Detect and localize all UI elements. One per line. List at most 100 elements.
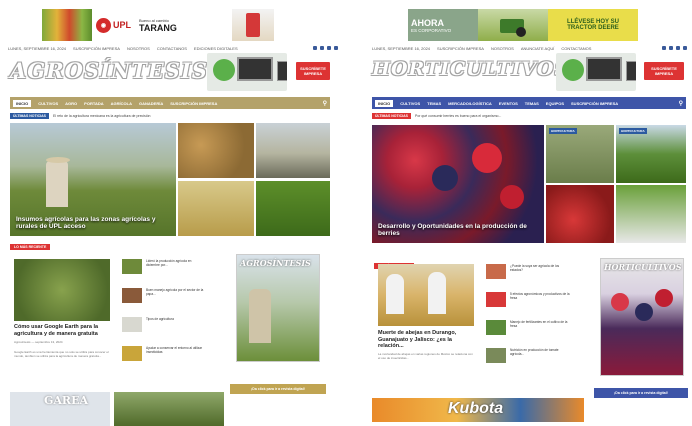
- util-link-2[interactable]: NOSOTROS: [491, 46, 514, 51]
- util-link-1[interactable]: SUSCRIPCIÓN IMPRESA: [73, 46, 120, 51]
- top-ad-banner[interactable]: ◉ UPL Bueno al cambio TARANG: [42, 9, 274, 41]
- tractor-image: [478, 9, 548, 41]
- nav-cultivos[interactable]: CULTIVOS: [38, 101, 58, 106]
- ad-line-2: ES CORPORATIVO: [411, 27, 452, 33]
- instagram-icon[interactable]: [676, 46, 680, 50]
- util-link-4[interactable]: EDICIONES DIGITALES: [194, 46, 238, 51]
- digital-ad[interactable]: [207, 53, 287, 91]
- list-item[interactable]: Tipos de agricultura: [122, 317, 206, 332]
- facebook-icon[interactable]: [662, 46, 666, 50]
- tarang-text: Bueno al cambio TARANG: [135, 9, 177, 41]
- list-item[interactable]: Buen manejo agrícola por el sector de la…: [122, 288, 206, 303]
- hero-caption[interactable]: Desarrollo y Oportunidades en la producc…: [378, 223, 528, 237]
- nav-mercado[interactable]: MERCADO/LOGÍSTICA: [448, 101, 492, 106]
- main-headline[interactable]: Cómo usar Google Earth para la agricultu…: [14, 324, 114, 337]
- facebook-icon[interactable]: [313, 46, 317, 50]
- list-item-title[interactable]: Buen manejo agrícola por el sector de la…: [146, 288, 206, 303]
- feature-worker[interactable]: HORTICULTURA: [546, 125, 614, 183]
- digital-magazine-link[interactable]: ¡Da click para ir a revista digital!: [594, 388, 688, 398]
- subscribe-button[interactable]: SUSCRÍBETE IMPRESA: [644, 62, 684, 80]
- garea-banner[interactable]: GAREA: [10, 392, 110, 426]
- list-item[interactable]: Lideró la producción agrícola en diciemb…: [122, 259, 206, 274]
- digital-ad[interactable]: [556, 53, 636, 91]
- kubota-banner[interactable]: Kubota: [372, 398, 584, 422]
- list-thumb: [122, 288, 142, 303]
- list-thumb: [486, 264, 506, 279]
- list-item-title[interactable]: Nutrición en producción de tomate agríco…: [510, 348, 570, 363]
- social-icons[interactable]: [662, 46, 687, 50]
- news-ticker: ÚLTIMAS NOTICIAS El reto de la agricultu…: [10, 112, 330, 119]
- bottom-article-image[interactable]: [114, 392, 224, 426]
- ticker-text[interactable]: Por qué consumir berries es bueno para e…: [415, 114, 501, 118]
- list-item[interactable]: Ayudar a conservar el entorno al utiliza…: [122, 346, 206, 361]
- date-label: LUNES, SEPTIEMBRE 16, 2024: [8, 45, 67, 51]
- fruit-image: [42, 9, 92, 41]
- nav-temas-2[interactable]: TEMAS: [525, 101, 539, 106]
- list-item[interactable]: ¿Puede la soya ser agrícola de los estad…: [486, 264, 570, 279]
- site-logo[interactable]: HORTICULTIVOS: [372, 58, 569, 80]
- nav-ganaderia[interactable]: GANADERÍA: [139, 101, 163, 106]
- utility-bar: LUNES, SEPTIEMBRE 16, 2024 SUSCRIPCIÓN I…: [8, 44, 338, 52]
- list-item[interactable]: Manejo de fertilizantes en el cultivo de…: [486, 320, 570, 335]
- magazine-cover[interactable]: AGROSÍNTESIS: [236, 254, 320, 362]
- upl-brand: ◉ UPL: [92, 9, 135, 41]
- util-link-2[interactable]: NOSOTROS: [127, 46, 150, 51]
- instagram-icon[interactable]: [327, 46, 331, 50]
- list-item-title[interactable]: Ayudar a conservar el entorno al utiliza…: [146, 346, 206, 361]
- list-item-title[interactable]: Manejo de fertilizantes en el cultivo de…: [510, 320, 570, 335]
- search-icon[interactable]: ⚲: [323, 100, 327, 107]
- nav-agricola[interactable]: AGRÍCOLA: [111, 101, 132, 106]
- nav-suscripcion[interactable]: SUSCRIPCIÓN IMPRESA: [170, 101, 217, 106]
- list-item[interactable]: Nutrición en producción de tomate agríco…: [486, 348, 570, 363]
- youtube-icon[interactable]: [334, 46, 338, 50]
- list-thumb: [122, 259, 142, 274]
- upl-brand-label: UPL: [113, 20, 131, 30]
- main-nav: INICIO CULTIVOS AGRO PORTADA AGRÍCOLA GA…: [10, 97, 330, 109]
- main-article-image[interactable]: [378, 264, 474, 326]
- feature-strawberries[interactable]: [546, 185, 614, 243]
- list-item-title[interactable]: Lideró la producción agrícola en diciemb…: [146, 259, 206, 274]
- hero-article[interactable]: Insumos agrícolas para las zonas agrícol…: [10, 123, 176, 236]
- magazine-cover[interactable]: HORTICULTIVOS: [600, 258, 684, 376]
- nav-inicio[interactable]: INICIO: [375, 99, 394, 107]
- list-item-title[interactable]: ¿Puede la soya ser agrícola de los estad…: [510, 264, 570, 279]
- main-article-image[interactable]: [14, 259, 110, 321]
- social-icons[interactable]: [313, 46, 338, 50]
- util-link-1[interactable]: SUSCRIPCIÓN IMPRESA: [437, 46, 484, 51]
- hero-article[interactable]: Desarrollo y Oportunidades en la producc…: [372, 125, 544, 243]
- top-ad-banner[interactable]: AHORA ES CORPORATIVO LLÉVESE HOY SU TRAC…: [408, 9, 638, 41]
- nav-temas[interactable]: TEMAS: [427, 101, 441, 106]
- twitter-icon[interactable]: [320, 46, 324, 50]
- nav-inicio[interactable]: INICIO: [13, 99, 32, 107]
- list-item[interactable]: 5 efectos agronómicos y productivos de l…: [486, 292, 570, 307]
- site-logo[interactable]: AGROSÍNTESIS: [10, 58, 208, 83]
- subscribe-button[interactable]: SUSCRÍBETE IMPRESA: [296, 62, 330, 80]
- nav-equipos[interactable]: EQUIPOS: [546, 101, 564, 106]
- util-link-3[interactable]: ANUNCIATE AQUÍ: [521, 46, 555, 51]
- feature-crops[interactable]: [256, 181, 330, 236]
- cover-title: AGROSÍNTESIS: [240, 258, 311, 268]
- ticker-text[interactable]: El reto de la agricultura mexicana es la…: [53, 114, 150, 118]
- youtube-icon[interactable]: [683, 46, 687, 50]
- digital-magazine-link[interactable]: ¡Da click para ir a revista digital!: [230, 384, 326, 394]
- twitter-icon[interactable]: [669, 46, 673, 50]
- hero-caption[interactable]: Insumos agrícolas para las zonas agrícol…: [16, 216, 166, 230]
- feature-seeds[interactable]: [178, 123, 254, 178]
- util-link-4[interactable]: CONTACTANOS: [561, 46, 591, 51]
- nav-suscripcion[interactable]: SUSCRIPCIÓN IMPRESA: [571, 101, 618, 106]
- feature-field[interactable]: HORTICULTURA: [616, 125, 686, 183]
- list-item-title[interactable]: 5 efectos agronómicos y productivos de l…: [510, 292, 570, 307]
- nav-portada[interactable]: PORTADA: [84, 101, 103, 106]
- feature-nursery[interactable]: [616, 185, 686, 243]
- search-icon[interactable]: ⚲: [679, 100, 683, 107]
- feature-greenhouse[interactable]: [256, 123, 330, 178]
- util-link-3[interactable]: CONTACTANOS: [157, 46, 187, 51]
- ticker-tag: ÚLTIMAS NOTICIAS: [10, 112, 49, 119]
- main-headline[interactable]: Muerte de abejas en Durango, Guanajuato …: [378, 330, 478, 350]
- list-item-title[interactable]: Tipos de agricultura: [146, 317, 206, 332]
- feature-field[interactable]: [178, 181, 254, 236]
- nav-agro[interactable]: AGRO: [65, 101, 77, 106]
- ahora-block: AHORA ES CORPORATIVO: [408, 9, 478, 41]
- nav-cultivos[interactable]: CULTIVOS: [400, 101, 420, 106]
- nav-eventos[interactable]: EVENTOS: [499, 101, 518, 106]
